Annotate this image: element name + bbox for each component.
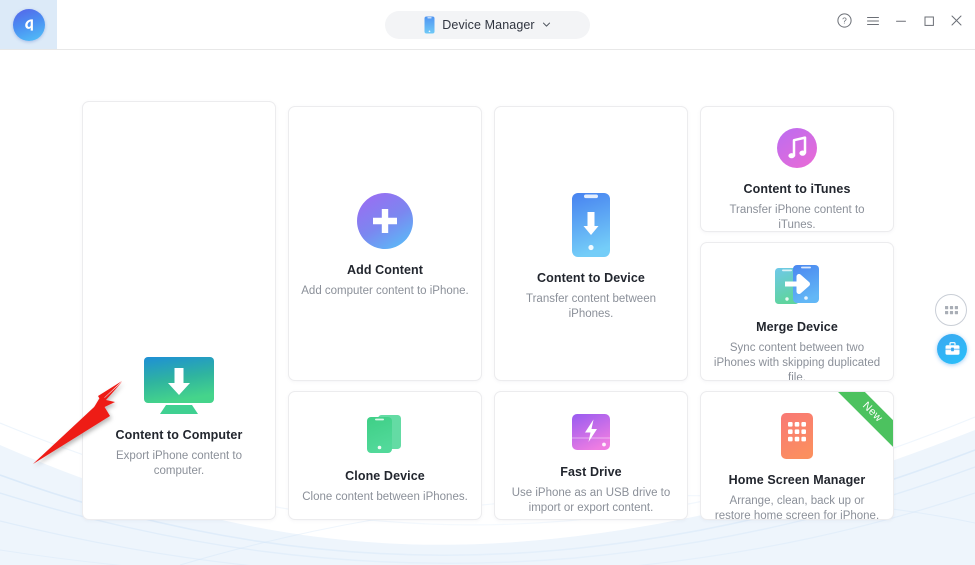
app-logo <box>0 0 57 49</box>
device-manager-dropdown[interactable]: Device Manager <box>385 11 590 39</box>
anytrans-logo-icon <box>12 8 45 41</box>
anytrans-window: Device Manager ? Content to Computer Exp… <box>0 0 975 565</box>
card-description: Use iPhone as an USB drive to import or … <box>511 487 671 514</box>
card-content-to-computer[interactable]: Content to Computer Export iPhone conten… <box>82 101 276 520</box>
card-description: Clone content between iPhones. <box>302 491 468 503</box>
close-button[interactable] <box>949 13 964 28</box>
merge-devices-icon <box>773 263 821 307</box>
maximize-icon <box>924 16 934 26</box>
maximize-button[interactable] <box>921 13 936 28</box>
card-fast-drive[interactable]: Fast Drive Use iPhone as an USB drive to… <box>494 391 688 520</box>
card-description: Add computer content to iPhone. <box>301 285 469 297</box>
card-add-content[interactable]: Add Content Add computer content to iPho… <box>288 106 482 381</box>
card-description: Transfer iPhone content to iTunes. <box>729 204 865 231</box>
chevron-down-icon <box>542 22 550 27</box>
help-circle-icon: ? <box>837 13 852 28</box>
card-title: Content to Device <box>537 271 645 285</box>
card-title: Home Screen Manager <box>728 473 866 487</box>
logo-glyph <box>24 18 33 31</box>
card-home-screen-manager[interactable]: New Home Screen Manager Arrange, clean, … <box>700 391 894 520</box>
card-merge-device[interactable]: Merge Device Sync content between two iP… <box>700 242 894 381</box>
svg-text:?: ? <box>842 16 847 26</box>
titlebar: Device Manager ? <box>0 0 975 50</box>
card-title: Clone Device <box>345 469 425 483</box>
home-screen-icon <box>780 412 814 460</box>
apps-grid-icon <box>944 305 958 314</box>
card-description: Export iPhone content to computer. <box>116 450 242 477</box>
help-button[interactable]: ? <box>837 13 852 28</box>
music-note-icon <box>776 127 818 169</box>
card-content-to-device[interactable]: Content to Device Transfer content betwe… <box>494 106 688 381</box>
minimize-icon <box>895 20 906 22</box>
card-description: Transfer content between iPhones. <box>526 293 656 320</box>
card-description: Arrange, clean, back up or restore home … <box>714 495 880 520</box>
card-title: Content to iTunes <box>743 182 851 196</box>
card-title: Add Content <box>346 263 424 277</box>
phone-icon <box>424 16 435 34</box>
minimize-button[interactable] <box>893 13 908 28</box>
card-description: Sync content between two iPhones with sk… <box>713 342 881 381</box>
clone-devices-icon <box>364 412 406 456</box>
menu-button[interactable] <box>865 13 880 28</box>
card-content-to-itunes[interactable]: Content to iTunes Transfer iPhone conten… <box>700 106 894 232</box>
drive-bolt-icon <box>570 412 612 452</box>
toolbox-icon <box>945 341 959 355</box>
toolbox-button[interactable] <box>937 334 967 364</box>
phone-download-icon <box>571 192 611 258</box>
window-controls: ? <box>837 13 964 28</box>
apps-grid-button[interactable] <box>935 294 967 326</box>
hamburger-menu-icon <box>866 16 879 25</box>
card-title: Merge Device <box>756 320 838 334</box>
plus-circle-icon <box>356 192 414 250</box>
device-manager-label: Device Manager <box>442 18 535 32</box>
monitor-download-icon <box>140 355 218 415</box>
card-clone-device[interactable]: Clone Device Clone content between iPhon… <box>288 391 482 520</box>
card-title: Fast Drive <box>560 465 622 479</box>
close-icon <box>951 15 962 26</box>
card-title: Content to Computer <box>115 428 243 442</box>
